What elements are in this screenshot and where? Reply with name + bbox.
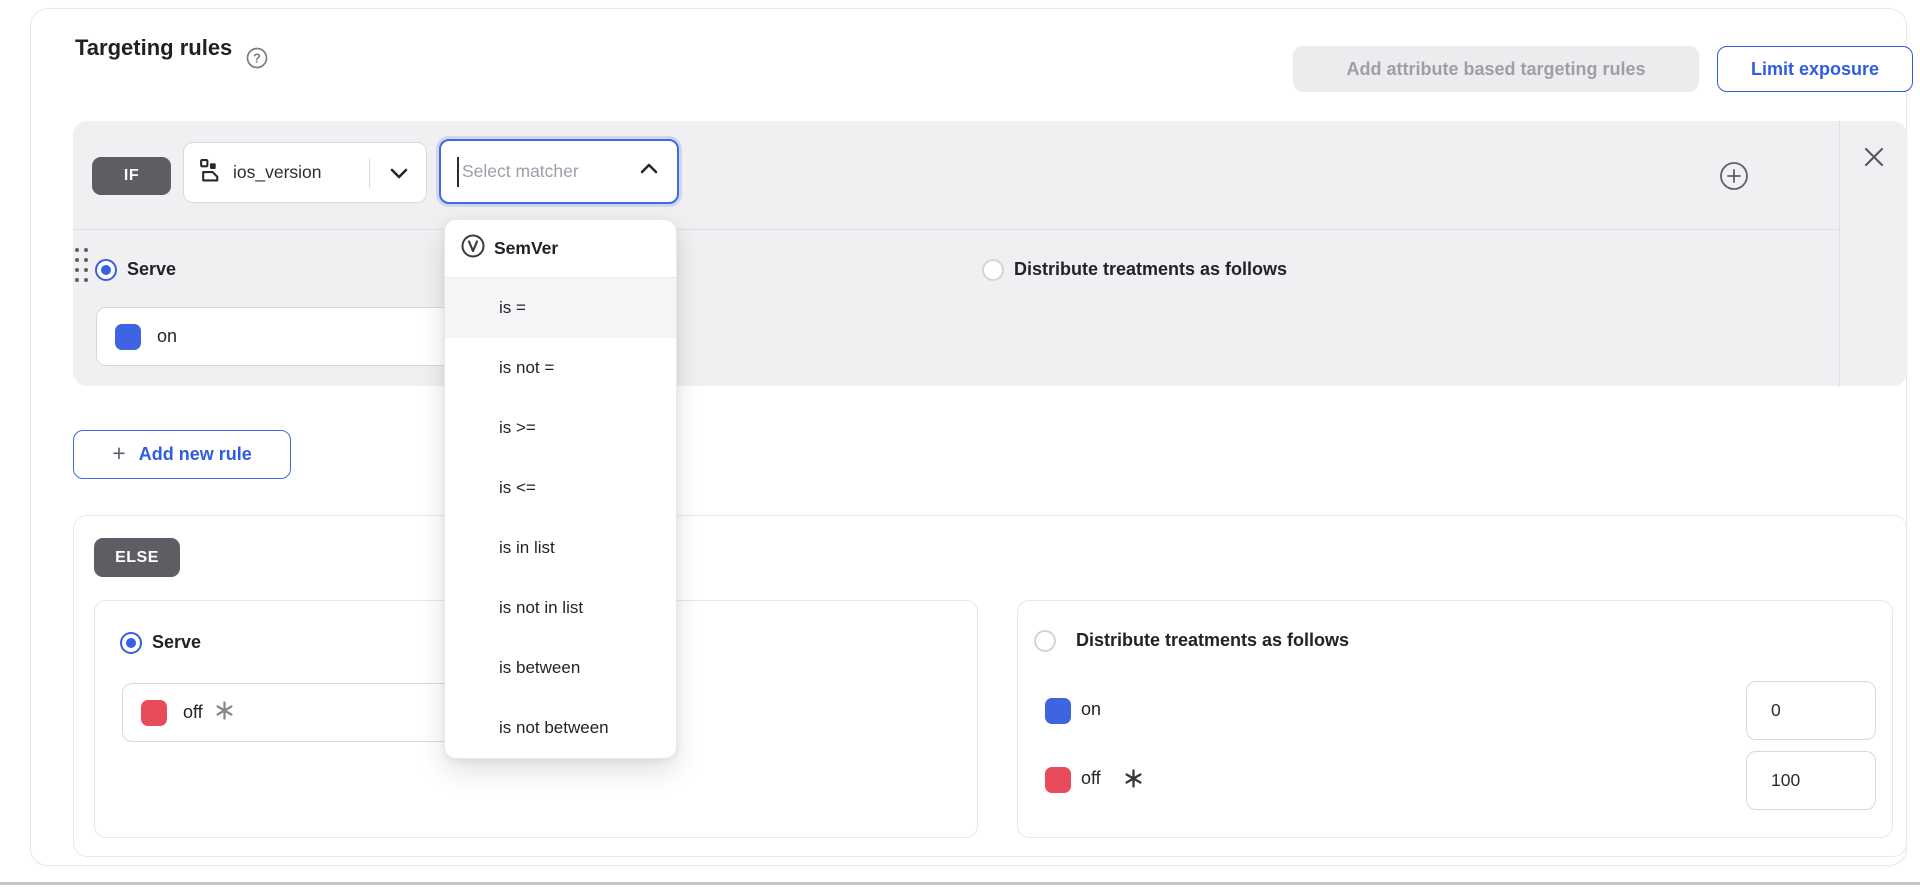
matcher-group-label: SemVer xyxy=(494,238,558,259)
attribute-select[interactable]: ios_version xyxy=(183,142,427,203)
distribute-row-on-label: on xyxy=(1081,699,1101,720)
chevron-down-icon xyxy=(386,162,412,189)
serve-radio[interactable] xyxy=(95,259,117,281)
distribute-label: Distribute treatments as follows xyxy=(1014,259,1287,280)
default-distribute-radio[interactable] xyxy=(1034,630,1056,652)
menu-item-is-gte[interactable]: is >= xyxy=(445,398,676,458)
attribute-divider xyxy=(369,159,370,188)
default-serve-radio[interactable] xyxy=(120,632,142,654)
treatment-on-swatch xyxy=(1045,698,1071,724)
treatment-name: off xyxy=(183,702,203,723)
targeting-rules-panel: Targeting rules ? Add attribute based ta… xyxy=(30,8,1907,866)
distribute-off-percentage-input[interactable] xyxy=(1746,751,1876,810)
add-condition-icon[interactable] xyxy=(1719,161,1749,191)
menu-item-is-lte[interactable]: is <= xyxy=(445,458,676,518)
if-keyword-badge: IF xyxy=(92,157,171,195)
svg-text:?: ? xyxy=(253,52,261,66)
menu-item-is-in-list[interactable]: is in list xyxy=(445,518,676,578)
default-treatment-asterisk-icon xyxy=(1124,769,1143,793)
else-keyword-badge: ELSE xyxy=(94,538,180,577)
menu-item-is-not-between[interactable]: is not between xyxy=(445,698,676,758)
distribute-row-off-label: off xyxy=(1081,768,1101,789)
default-serve-label: Serve xyxy=(152,632,201,653)
default-rule-card: ELSE Serve off Distribute treatments as … xyxy=(73,515,1907,857)
matcher-select-input[interactable]: Select matcher xyxy=(439,139,679,204)
default-treatment-asterisk-icon xyxy=(215,701,234,725)
menu-item-is-between[interactable]: is between xyxy=(445,638,676,698)
menu-item-is-not-eq[interactable]: is not = xyxy=(445,338,676,398)
drag-handle[interactable] xyxy=(75,248,88,282)
attribute-type-icon xyxy=(198,158,223,188)
menu-item-is-not-in-list[interactable]: is not in list xyxy=(445,578,676,638)
card-divider-horizontal xyxy=(73,229,1839,230)
distribute-radio[interactable] xyxy=(982,259,1004,281)
card-divider-vertical xyxy=(1839,121,1840,386)
default-distribute-card: Distribute treatments as follows on off xyxy=(1017,600,1893,838)
add-attribute-rules-button[interactable]: Add attribute based targeting rules xyxy=(1293,46,1699,92)
text-caret xyxy=(457,157,459,187)
matcher-dropdown-menu: SemVer is = is not = is >= is <= is in l… xyxy=(444,219,677,759)
window-bottom-edge xyxy=(0,882,1920,885)
page-title: Targeting rules xyxy=(75,35,232,61)
chevron-up-icon xyxy=(637,159,661,184)
matcher-group-header: SemVer xyxy=(445,220,676,278)
add-new-rule-label: Add new rule xyxy=(139,444,252,465)
limit-exposure-button[interactable]: Limit exposure xyxy=(1717,46,1913,92)
plus-icon: + xyxy=(112,440,125,467)
treatment-off-swatch xyxy=(1045,767,1071,793)
semver-icon xyxy=(460,233,486,264)
add-new-rule-button[interactable]: + Add new rule xyxy=(73,430,291,479)
serve-label: Serve xyxy=(127,259,176,280)
matcher-placeholder: Select matcher xyxy=(462,161,637,182)
menu-item-is-eq[interactable]: is = xyxy=(445,278,676,338)
close-icon[interactable] xyxy=(1862,145,1886,169)
help-icon[interactable]: ? xyxy=(246,47,268,69)
treatment-on-swatch xyxy=(115,324,141,350)
rule-card: IF ios_version Select matcher Serve xyxy=(73,121,1907,386)
default-distribute-label: Distribute treatments as follows xyxy=(1076,630,1349,651)
attribute-value: ios_version xyxy=(233,162,322,183)
distribute-on-percentage-input[interactable] xyxy=(1746,681,1876,740)
treatment-off-swatch xyxy=(141,700,167,726)
treatment-name: on xyxy=(157,326,177,347)
